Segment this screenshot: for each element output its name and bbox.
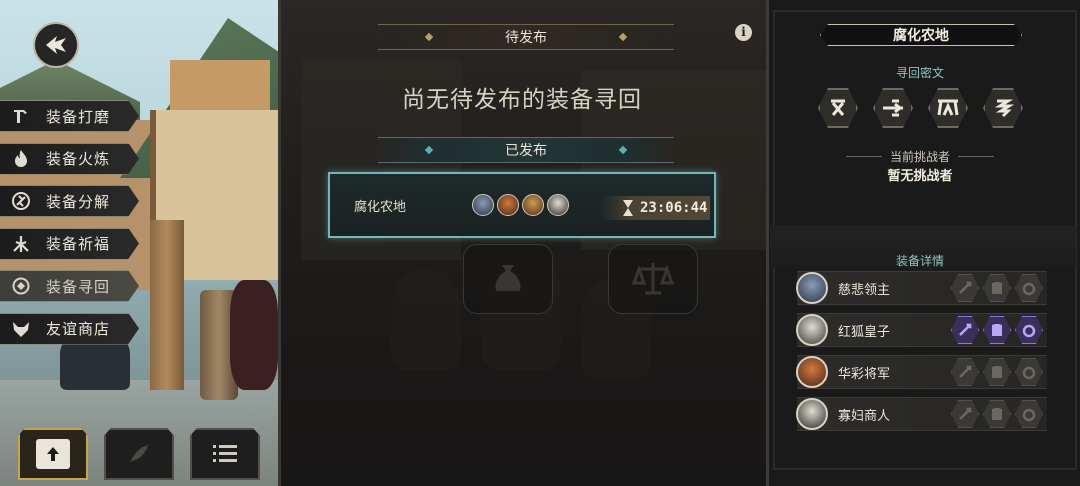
boss-name: 慈悲领主 (838, 282, 891, 298)
blessing-icon (8, 231, 34, 257)
diamond-icon (424, 32, 434, 42)
rune-list (818, 88, 1023, 128)
countdown-timer: 23:06:44 (600, 196, 710, 220)
menu-item-label: 装备分解 (46, 192, 111, 211)
equipment-slots (951, 400, 1043, 428)
hammer-icon (8, 103, 34, 129)
upload-button[interactable] (18, 428, 88, 480)
menu-item-label: 装备打磨 (46, 107, 111, 126)
boss-name: 华彩将军 (838, 366, 891, 382)
menu-item-label: 装备寻回 (46, 277, 111, 296)
flame-icon (8, 146, 34, 172)
armor-slot-icon[interactable] (983, 274, 1011, 302)
background-scene (281, 0, 766, 486)
feather-button[interactable] (104, 428, 174, 480)
list-button[interactable] (190, 428, 260, 480)
info-button[interactable]: i (735, 24, 752, 41)
ring-slot-icon[interactable] (1015, 316, 1043, 344)
back-button[interactable] (33, 22, 79, 68)
decompose-icon (8, 188, 34, 214)
published-header: 已发布 (378, 137, 674, 163)
rune-coil-icon[interactable] (983, 88, 1023, 128)
menu-item-polish[interactable]: 装备打磨 (0, 100, 139, 132)
scene-character (230, 280, 278, 390)
back-arrow-icon (46, 36, 66, 54)
rune-x-icon[interactable] (818, 88, 858, 128)
retrieve-icon (8, 273, 34, 299)
boss-list: 慈悲领主 红狐皇子 华彩将军 寡妇商人 (796, 271, 1047, 439)
published-entry-name: 腐化农地 (354, 199, 407, 215)
equipment-slots (951, 316, 1043, 344)
boss-row[interactable]: 慈悲领主 (796, 271, 1047, 305)
published-entry[interactable]: 腐化农地 23:06:44 (328, 172, 716, 238)
boss-avatar (472, 194, 494, 216)
menu-item-blessing[interactable]: 装备祈福 (0, 227, 139, 260)
pending-empty-message: 尚无待发布的装备寻回 (402, 87, 642, 113)
equipment-slots (951, 274, 1043, 302)
boss-avatar (497, 194, 519, 216)
boss-row[interactable]: 华彩将军 (796, 355, 1047, 389)
weapon-slot-icon[interactable] (951, 400, 979, 428)
pending-header-label: 待发布 (505, 30, 547, 46)
menu-item-label: 装备火炼 (46, 150, 111, 168)
money-bag-icon (463, 244, 553, 314)
armor-slot-icon[interactable] (983, 400, 1011, 428)
scales-icon (608, 244, 698, 314)
boss-avatar (547, 194, 569, 216)
boss-avatar (796, 314, 828, 346)
equipment-slots (951, 358, 1043, 386)
menu-item-decompose[interactable]: 装备分解 (0, 185, 139, 217)
countdown-value: 23:06:44 (640, 200, 708, 216)
list-icon (208, 439, 242, 469)
feather-icon (122, 439, 156, 469)
menu-item-shop[interactable]: 友谊商店 (0, 312, 139, 345)
fox-icon (8, 316, 34, 342)
armor-slot-icon[interactable] (983, 316, 1011, 344)
ring-slot-icon[interactable] (1015, 400, 1043, 428)
diamond-icon (618, 145, 628, 155)
weapon-slot-icon[interactable] (951, 274, 979, 302)
cipher-label: 寻回密文 (895, 66, 944, 80)
diamond-icon (618, 32, 628, 42)
retrieve-board (278, 0, 766, 486)
boss-name: 红狐皇子 (838, 324, 891, 340)
boss-name: 寡妇商人 (838, 408, 891, 424)
published-header-label: 已发布 (505, 143, 547, 159)
armor-slot-icon[interactable] (983, 358, 1011, 386)
ring-slot-icon[interactable] (1015, 358, 1043, 386)
ring-slot-icon[interactable] (1015, 274, 1043, 302)
boss-avatar (796, 272, 828, 304)
hourglass-icon (623, 200, 633, 216)
menu-item-fire[interactable]: 装备火炼 (0, 142, 139, 175)
boss-avatar-group (472, 194, 569, 216)
boss-avatar (796, 356, 828, 388)
menu-item-label: 装备祈福 (46, 235, 111, 253)
side-menu: 装备打磨 装备火炼 装备分解 装备祈福 装备寻回 友谊商店 (0, 100, 140, 355)
zone-title: 腐化农地 (820, 24, 1022, 46)
boss-row[interactable]: 红狐皇子 (796, 313, 1047, 347)
weapon-slot-icon[interactable] (951, 358, 979, 386)
boss-avatar (522, 194, 544, 216)
equipment-label: 装备详情 (895, 254, 944, 268)
diamond-icon (424, 145, 434, 155)
pending-header: 待发布 (378, 24, 674, 50)
menu-item-retrieve[interactable]: 装备寻回 (0, 270, 139, 302)
boss-avatar (796, 398, 828, 430)
bottom-toolbar (18, 428, 260, 480)
divider (958, 156, 994, 157)
upload-icon (36, 439, 70, 469)
challenger-value: 暂无挑战者 (887, 169, 953, 184)
rune-gate-icon[interactable] (928, 88, 968, 128)
boss-row[interactable]: 寡妇商人 (796, 397, 1047, 431)
rune-arrow-icon[interactable] (873, 88, 913, 128)
scene-post (150, 220, 184, 390)
weapon-slot-icon[interactable] (951, 316, 979, 344)
menu-item-label: 友谊商店 (46, 320, 111, 338)
